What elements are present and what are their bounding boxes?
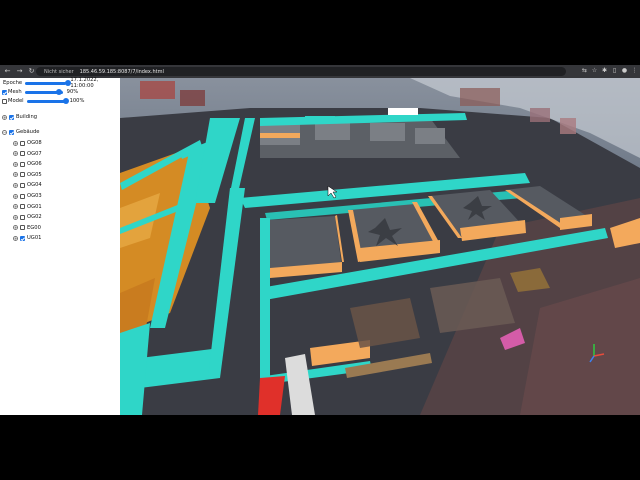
floor-checkbox[interactable] [20,225,25,231]
floor-checkbox[interactable] [20,172,25,178]
layer-panel: Epoche 17.1.2022, 11:00:00 Mesh 90% Mode… [0,77,120,415]
model-checkbox[interactable] [2,98,7,104]
gebaeude-row: − Gebäude [2,128,39,136]
building-expand-icon[interactable]: + [2,114,7,120]
floor-row: + EG00 [13,224,41,232]
forward-icon[interactable]: → [15,67,24,76]
menu-icon[interactable]: ⋮ [631,67,638,75]
floor-checkbox[interactable] [20,193,25,199]
floor-row: + OG03 [13,192,42,200]
floor-label: OG04 [27,182,42,189]
reload-icon[interactable]: ↻ [27,67,36,76]
floor-row: + OG02 [13,213,42,221]
profile-icon[interactable]: ● [621,67,628,75]
extensions-icon[interactable]: ✱ [601,67,608,75]
model-slider[interactable] [26,98,69,104]
mesh-checkbox[interactable] [2,89,7,95]
floor-expand-icon[interactable]: + [13,214,18,220]
model-label: Model [8,98,24,104]
back-icon[interactable]: ← [3,67,12,76]
epoch-label: Epoche [3,80,23,86]
model-value: 100% [69,98,85,104]
3d-viewport[interactable] [120,78,640,415]
url-text: 185.46.59.185:8087/7/index.html [79,68,164,75]
floor-label: UG01 [27,235,42,242]
floor-expand-icon[interactable]: + [13,151,18,157]
gebaeude-checkbox[interactable] [9,129,14,135]
mesh-slider-row: Mesh 90% [2,88,78,96]
floor-label: OG06 [27,161,42,168]
floor-row: + OG01 [13,203,42,211]
model-slider-row: Model 100% [2,97,84,105]
floor-label: OG03 [27,193,42,199]
floor-expand-icon[interactable]: + [13,235,18,241]
sidebar-icon[interactable]: ▯ [611,67,618,75]
floor-checkbox[interactable] [20,151,25,157]
floor-expand-icon[interactable]: + [13,161,18,167]
floor-checkbox[interactable] [20,214,25,220]
model-slider-thumb[interactable] [62,98,69,104]
floor-label: OG05 [27,171,42,178]
floor-expand-icon[interactable]: + [13,225,18,231]
floor-checkbox[interactable] [20,204,25,210]
floor-checkbox[interactable] [20,140,25,146]
epoch-slider-row: Epoche 17.1.2022, 11:00:00 [2,77,120,89]
floor-expand-icon[interactable]: + [13,172,18,178]
floor-label: EG00 [27,224,41,231]
browser-window: ← → ↻ Nicht sicher 185.46.59.185:8087/7/… [0,65,640,415]
floor-label: OG08 [27,140,42,146]
building-label: Building [16,114,38,120]
mesh-slider[interactable] [24,89,63,95]
floor-expand-icon[interactable]: + [13,204,18,210]
floor-row: + OG08 [13,139,42,147]
scene-render[interactable] [120,78,640,415]
gebaeude-label: Gebäude [16,129,40,135]
floor-label: OG01 [27,203,42,210]
mesh-value: 90% [66,89,79,95]
floor-expand-icon[interactable]: + [13,182,18,188]
floor-checkbox[interactable] [20,161,25,167]
floor-checkbox[interactable] [20,182,25,188]
mesh-slider-thumb[interactable] [55,89,62,95]
floor-row: + OG07 [13,150,42,158]
floor-row: + OG05 [13,171,42,179]
floor-row: + OG06 [13,160,42,168]
floor-row: + OG04 [13,181,42,189]
gebaeude-expand-icon[interactable]: − [2,129,7,135]
floor-row: + UG01 [13,234,41,242]
floor-expand-icon[interactable]: + [13,140,18,146]
floor-expand-icon[interactable]: + [13,193,18,199]
security-indicator[interactable]: Nicht sicher [44,69,74,75]
mesh-label: Mesh [8,89,22,95]
translate-icon[interactable]: ⇆ [581,67,588,75]
epoch-slider[interactable] [25,80,72,86]
building-checkbox[interactable] [9,114,14,120]
floor-label: OG07 [27,150,42,157]
floor-checkbox[interactable] [20,235,25,241]
building-row: + Building [2,113,37,121]
bookmark-star-icon[interactable]: ☆ [591,67,598,75]
floor-label: OG02 [27,214,42,221]
address-bar[interactable]: Nicht sicher 185.46.59.185:8087/7/index.… [36,67,566,76]
